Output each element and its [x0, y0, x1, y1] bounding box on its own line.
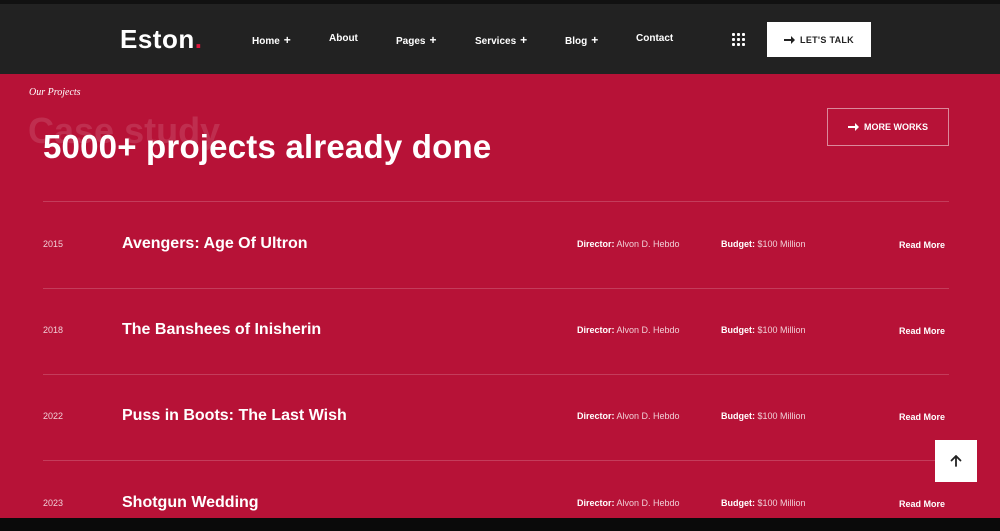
nav-about[interactable]: About	[329, 33, 358, 44]
project-budget: Budget: $100 Million	[721, 498, 806, 508]
scroll-to-top-button[interactable]	[935, 440, 977, 482]
project-row: 2023 Shotgun Wedding Director: Alvon D. …	[0, 494, 1000, 514]
nav-pages[interactable]: Pages +	[396, 33, 436, 47]
nav-home[interactable]: Home +	[252, 33, 291, 47]
divider	[43, 460, 949, 461]
project-year: 2018	[43, 325, 64, 335]
divider	[43, 374, 949, 375]
more-works-button[interactable]: MORE WORKS	[827, 108, 949, 146]
project-row: 2015 Avengers: Age Of Ultron Director: A…	[0, 235, 1000, 255]
director-label: Director:	[577, 325, 615, 335]
project-director: Director: Alvon D. Hebdo	[577, 239, 680, 249]
lets-talk-label: LET'S TALK	[800, 34, 854, 45]
budget-value: $100 Million	[757, 239, 806, 249]
budget-label: Budget:	[721, 239, 755, 249]
project-director: Director: Alvon D. Hebdo	[577, 325, 680, 335]
plus-icon: +	[429, 33, 437, 47]
divider	[43, 201, 949, 202]
nav-services-label: Services	[475, 36, 517, 47]
nav-about-label: About	[329, 33, 358, 44]
director-value: Alvon D. Hebdo	[616, 325, 680, 335]
director-value: Alvon D. Hebdo	[616, 411, 680, 421]
arrow-right-icon	[784, 35, 796, 44]
page: Eston. Home + About Pages + Services + Blog…	[0, 0, 1000, 531]
nav-blog-label: Blog	[565, 36, 588, 47]
budget-value: $100 Million	[757, 411, 806, 421]
site-header: Eston. Home + About Pages + Services + Blog…	[0, 4, 1000, 74]
nav-home-label: Home	[252, 36, 280, 47]
lets-talk-button[interactable]: LET'S TALK	[767, 22, 871, 57]
director-label: Director:	[577, 498, 615, 508]
project-row: 2018 The Banshees of Inisherin Director:…	[0, 321, 1000, 341]
nav-pages-label: Pages	[396, 36, 426, 47]
budget-label: Budget:	[721, 325, 755, 335]
plus-icon: +	[591, 33, 599, 47]
project-year: 2023	[43, 498, 64, 508]
project-year: 2015	[43, 239, 64, 249]
read-more-link[interactable]: Read More	[899, 240, 945, 250]
section-headline: 5000+ projects already done	[43, 128, 492, 165]
section-subtitle: Our Projects	[29, 87, 81, 98]
project-budget: Budget: $100 Million	[721, 411, 806, 421]
budget-value: $100 Million	[757, 498, 806, 508]
project-row: 2022 Puss in Boots: The Last Wish Direct…	[0, 407, 1000, 427]
director-value: Alvon D. Hebdo	[616, 498, 680, 508]
plus-icon: +	[520, 33, 528, 47]
project-year: 2022	[43, 411, 64, 421]
budget-label: Budget:	[721, 411, 755, 421]
director-label: Director:	[577, 239, 615, 249]
project-budget: Budget: $100 Million	[721, 325, 806, 335]
read-more-link[interactable]: Read More	[899, 412, 945, 422]
budget-label: Budget:	[721, 498, 755, 508]
plus-icon: +	[283, 33, 291, 47]
read-more-link[interactable]: Read More	[899, 499, 945, 509]
logo-dot: .	[194, 24, 203, 54]
budget-value: $100 Million	[757, 325, 806, 335]
project-budget: Budget: $100 Million	[721, 239, 806, 249]
nav-contact[interactable]: Contact	[636, 33, 673, 44]
director-label: Director:	[577, 411, 615, 421]
arrow-right-icon	[848, 123, 859, 131]
logo-text: Eston	[120, 24, 195, 54]
director-value: Alvon D. Hebdo	[616, 239, 680, 249]
nav-contact-label: Contact	[636, 33, 674, 44]
project-title[interactable]: The Banshees of Inisherin	[122, 321, 321, 339]
project-director: Director: Alvon D. Hebdo	[577, 498, 680, 508]
project-title[interactable]: Avengers: Age Of Ultron	[122, 235, 308, 253]
more-works-label: MORE WORKS	[864, 122, 928, 132]
logo[interactable]: Eston.	[120, 24, 202, 55]
grid-dots-icon[interactable]	[731, 32, 747, 48]
project-title[interactable]: Puss in Boots: The Last Wish	[122, 407, 347, 425]
divider	[43, 288, 949, 289]
bottom-strip	[0, 518, 1000, 531]
arrow-up-icon	[950, 455, 962, 467]
read-more-link[interactable]: Read More	[899, 326, 945, 336]
project-title[interactable]: Shotgun Wedding	[122, 494, 259, 512]
nav-blog[interactable]: Blog +	[565, 33, 598, 47]
project-director: Director: Alvon D. Hebdo	[577, 411, 680, 421]
nav-services[interactable]: Services +	[475, 33, 527, 47]
